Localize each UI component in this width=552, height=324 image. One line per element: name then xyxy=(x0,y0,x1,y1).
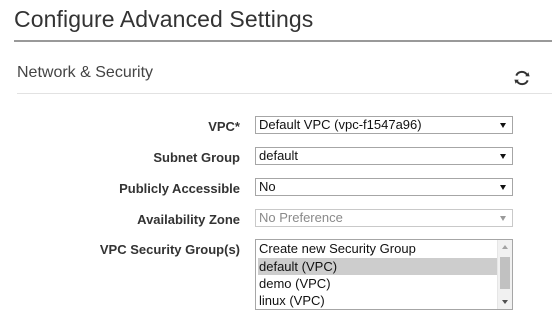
vpc-label: VPC* xyxy=(208,119,240,134)
scroll-down-icon[interactable] xyxy=(502,300,508,304)
scrollbar-thumb[interactable] xyxy=(500,257,510,289)
list-option-default-vpc[interactable]: default (VPC) xyxy=(258,258,498,275)
list-option-demo-vpc[interactable]: demo (VPC) xyxy=(258,275,498,292)
publicly-accessible-select[interactable]: No xyxy=(255,178,513,196)
subnet-group-select[interactable]: default xyxy=(255,147,513,165)
section-divider xyxy=(17,93,552,94)
list-option-create-new-security-group[interactable]: Create new Security Group xyxy=(258,240,498,257)
chevron-down-icon xyxy=(500,185,506,190)
section-title: Network & Security xyxy=(17,64,154,81)
chevron-down-icon xyxy=(500,123,506,128)
title-divider xyxy=(14,40,552,42)
availability-zone-select: No Preference xyxy=(255,209,513,227)
refresh-icon[interactable] xyxy=(512,68,532,88)
publicly-accessible-label: Publicly Accessible xyxy=(119,181,240,196)
availability-zone-label: Availability Zone xyxy=(137,212,240,227)
vpc-security-groups-listbox[interactable]: Create new Security Group default (VPC) … xyxy=(255,239,513,310)
availability-zone-select-value: No Preference xyxy=(259,210,343,225)
vpc-security-groups-label: VPC Security Group(s) xyxy=(99,242,240,257)
scroll-up-icon[interactable] xyxy=(502,245,508,249)
publicly-accessible-select-value: No xyxy=(259,179,276,194)
page-title: Configure Advanced Settings xyxy=(14,6,314,32)
vpc-select[interactable]: Default VPC (vpc-f1547a96) xyxy=(255,116,513,134)
list-option-linux-vpc[interactable]: linux (VPC) xyxy=(258,292,498,309)
listbox-scrollbar[interactable] xyxy=(497,240,512,309)
chevron-down-icon xyxy=(500,216,506,221)
subnet-group-select-value: default xyxy=(259,148,299,163)
chevron-down-icon xyxy=(500,154,506,159)
subnet-group-label: Subnet Group xyxy=(153,150,240,165)
vpc-select-value: Default VPC (vpc-f1547a96) xyxy=(259,117,422,132)
